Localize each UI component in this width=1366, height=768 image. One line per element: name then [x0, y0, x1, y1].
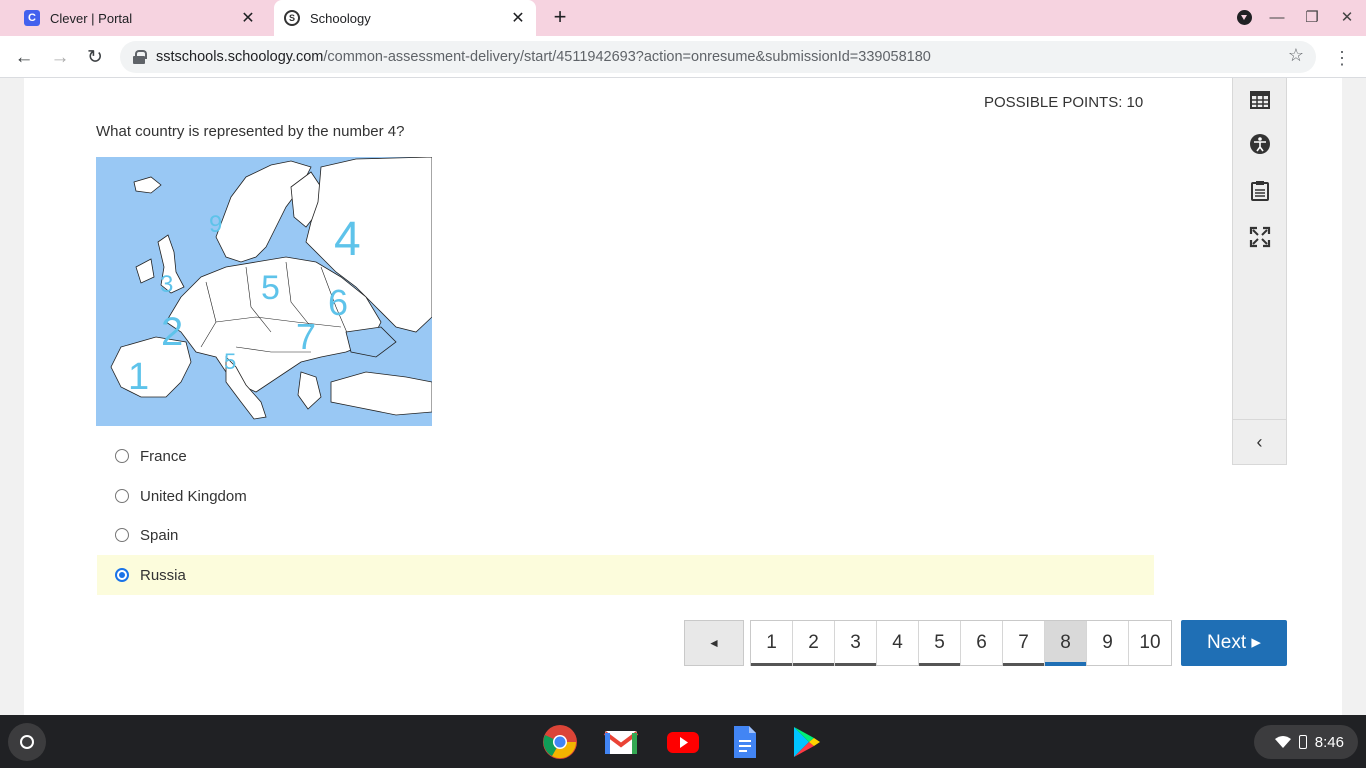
choice-russia[interactable]: Russia	[97, 555, 1154, 595]
minimize-icon[interactable]: —	[1265, 6, 1289, 30]
radio-button[interactable]	[115, 568, 129, 582]
radio-button[interactable]	[115, 528, 129, 542]
page-button[interactable]: 3	[835, 621, 877, 666]
page-button-current[interactable]: 8	[1045, 621, 1087, 666]
chrome-icon[interactable]	[541, 723, 579, 761]
possible-points: POSSIBLE POINTS: 10	[984, 94, 1144, 111]
play-store-icon[interactable]	[787, 723, 825, 761]
tab-clever[interactable]: C Clever | Portal ✕	[14, 0, 266, 36]
forward-icon[interactable]: →	[46, 44, 74, 72]
choice-spain[interactable]: Spain	[97, 515, 1154, 555]
choice-label: Russia	[140, 566, 186, 584]
choice-france[interactable]: France	[97, 436, 1154, 476]
collapse-sidebar-button[interactable]: ‹	[1233, 419, 1286, 464]
choice-label: Spain	[140, 526, 179, 544]
fullscreen-icon[interactable]	[1249, 226, 1271, 248]
question-text: What country is represented by the numbe…	[96, 123, 405, 140]
tab-title: Clever | Portal	[50, 10, 133, 26]
choice-label: France	[140, 447, 187, 465]
page-button[interactable]: 5	[919, 621, 961, 666]
tool-sidebar: ‹	[1232, 78, 1287, 465]
close-icon[interactable]: ✕	[236, 8, 260, 28]
browser-toolbar: ← → ↻ sstschools.schoology.com/common-as…	[0, 36, 1366, 78]
page-button[interactable]: 1	[751, 621, 793, 666]
gmail-icon[interactable]	[602, 723, 640, 761]
battery-icon	[1298, 735, 1307, 749]
map-label: 5	[224, 349, 236, 374]
map-label: 2	[161, 310, 183, 354]
page-button[interactable]: 10	[1129, 621, 1171, 665]
page-button[interactable]: 7	[1003, 621, 1045, 666]
page-button[interactable]: 9	[1087, 621, 1129, 665]
address-bar[interactable]: sstschools.schoology.com/common-assessme…	[120, 41, 1316, 73]
wifi-icon	[1274, 736, 1291, 748]
url-text: sstschools.schoology.com/common-assessme…	[156, 49, 931, 65]
map-label: 4	[334, 213, 361, 266]
question-pager: 1 2 3 4 5 6 7 8 9 10	[750, 620, 1172, 666]
map-label: 6	[328, 282, 348, 323]
os-shelf: 8:46	[0, 715, 1366, 768]
restore-icon[interactable]: ❐	[1300, 6, 1324, 30]
choice-united-kingdom[interactable]: United Kingdom	[97, 476, 1154, 516]
page-button[interactable]: 6	[961, 621, 1003, 665]
map-label: 3	[160, 271, 173, 298]
clever-favicon-icon: C	[24, 10, 40, 26]
schoology-favicon-icon: S	[284, 10, 300, 26]
tab-search-icon[interactable]	[1237, 10, 1252, 25]
page-button[interactable]: 2	[793, 621, 835, 666]
next-button[interactable]: Next ▸	[1181, 620, 1287, 666]
clock-time: 8:46	[1314, 733, 1344, 751]
docs-icon[interactable]	[725, 723, 763, 761]
calculator-icon[interactable]	[1249, 89, 1271, 111]
radio-button[interactable]	[115, 489, 129, 503]
reload-icon[interactable]: ↻	[81, 44, 109, 72]
choice-label: United Kingdom	[140, 487, 247, 505]
page-button[interactable]: 4	[877, 621, 919, 665]
bookmark-star-icon[interactable]: ☆	[1288, 45, 1304, 66]
new-tab-button[interactable]: +	[548, 6, 572, 30]
map-label: 9	[209, 211, 222, 238]
assessment-page: POSSIBLE POINTS: 10 What country is repr…	[24, 78, 1342, 715]
previous-button[interactable]: ◄	[684, 620, 744, 666]
tab-schoology[interactable]: S Schoology ✕	[274, 0, 536, 36]
window-close-icon[interactable]: ✕	[1335, 6, 1359, 30]
accessibility-icon[interactable]	[1249, 133, 1271, 155]
lock-icon	[132, 50, 147, 64]
map-label: 1	[128, 356, 149, 398]
map-label: 7	[296, 316, 316, 357]
europe-map-image: 1 2 3 4 5 5 6 7 9	[96, 157, 432, 426]
youtube-icon[interactable]	[664, 723, 702, 761]
status-tray[interactable]: 8:46	[1254, 725, 1358, 759]
map-label: 5	[261, 269, 280, 307]
browser-menu-icon[interactable]: ⋮	[1332, 44, 1352, 72]
tab-strip: C Clever | Portal ✕ S Schoology ✕ + — ❐ …	[0, 0, 1366, 36]
launcher-icon[interactable]	[8, 723, 46, 761]
tab-title: Schoology	[310, 10, 371, 26]
radio-button[interactable]	[115, 449, 129, 463]
notepad-icon[interactable]	[1249, 180, 1271, 202]
back-icon[interactable]: ←	[10, 44, 38, 72]
close-icon[interactable]: ✕	[506, 8, 530, 28]
